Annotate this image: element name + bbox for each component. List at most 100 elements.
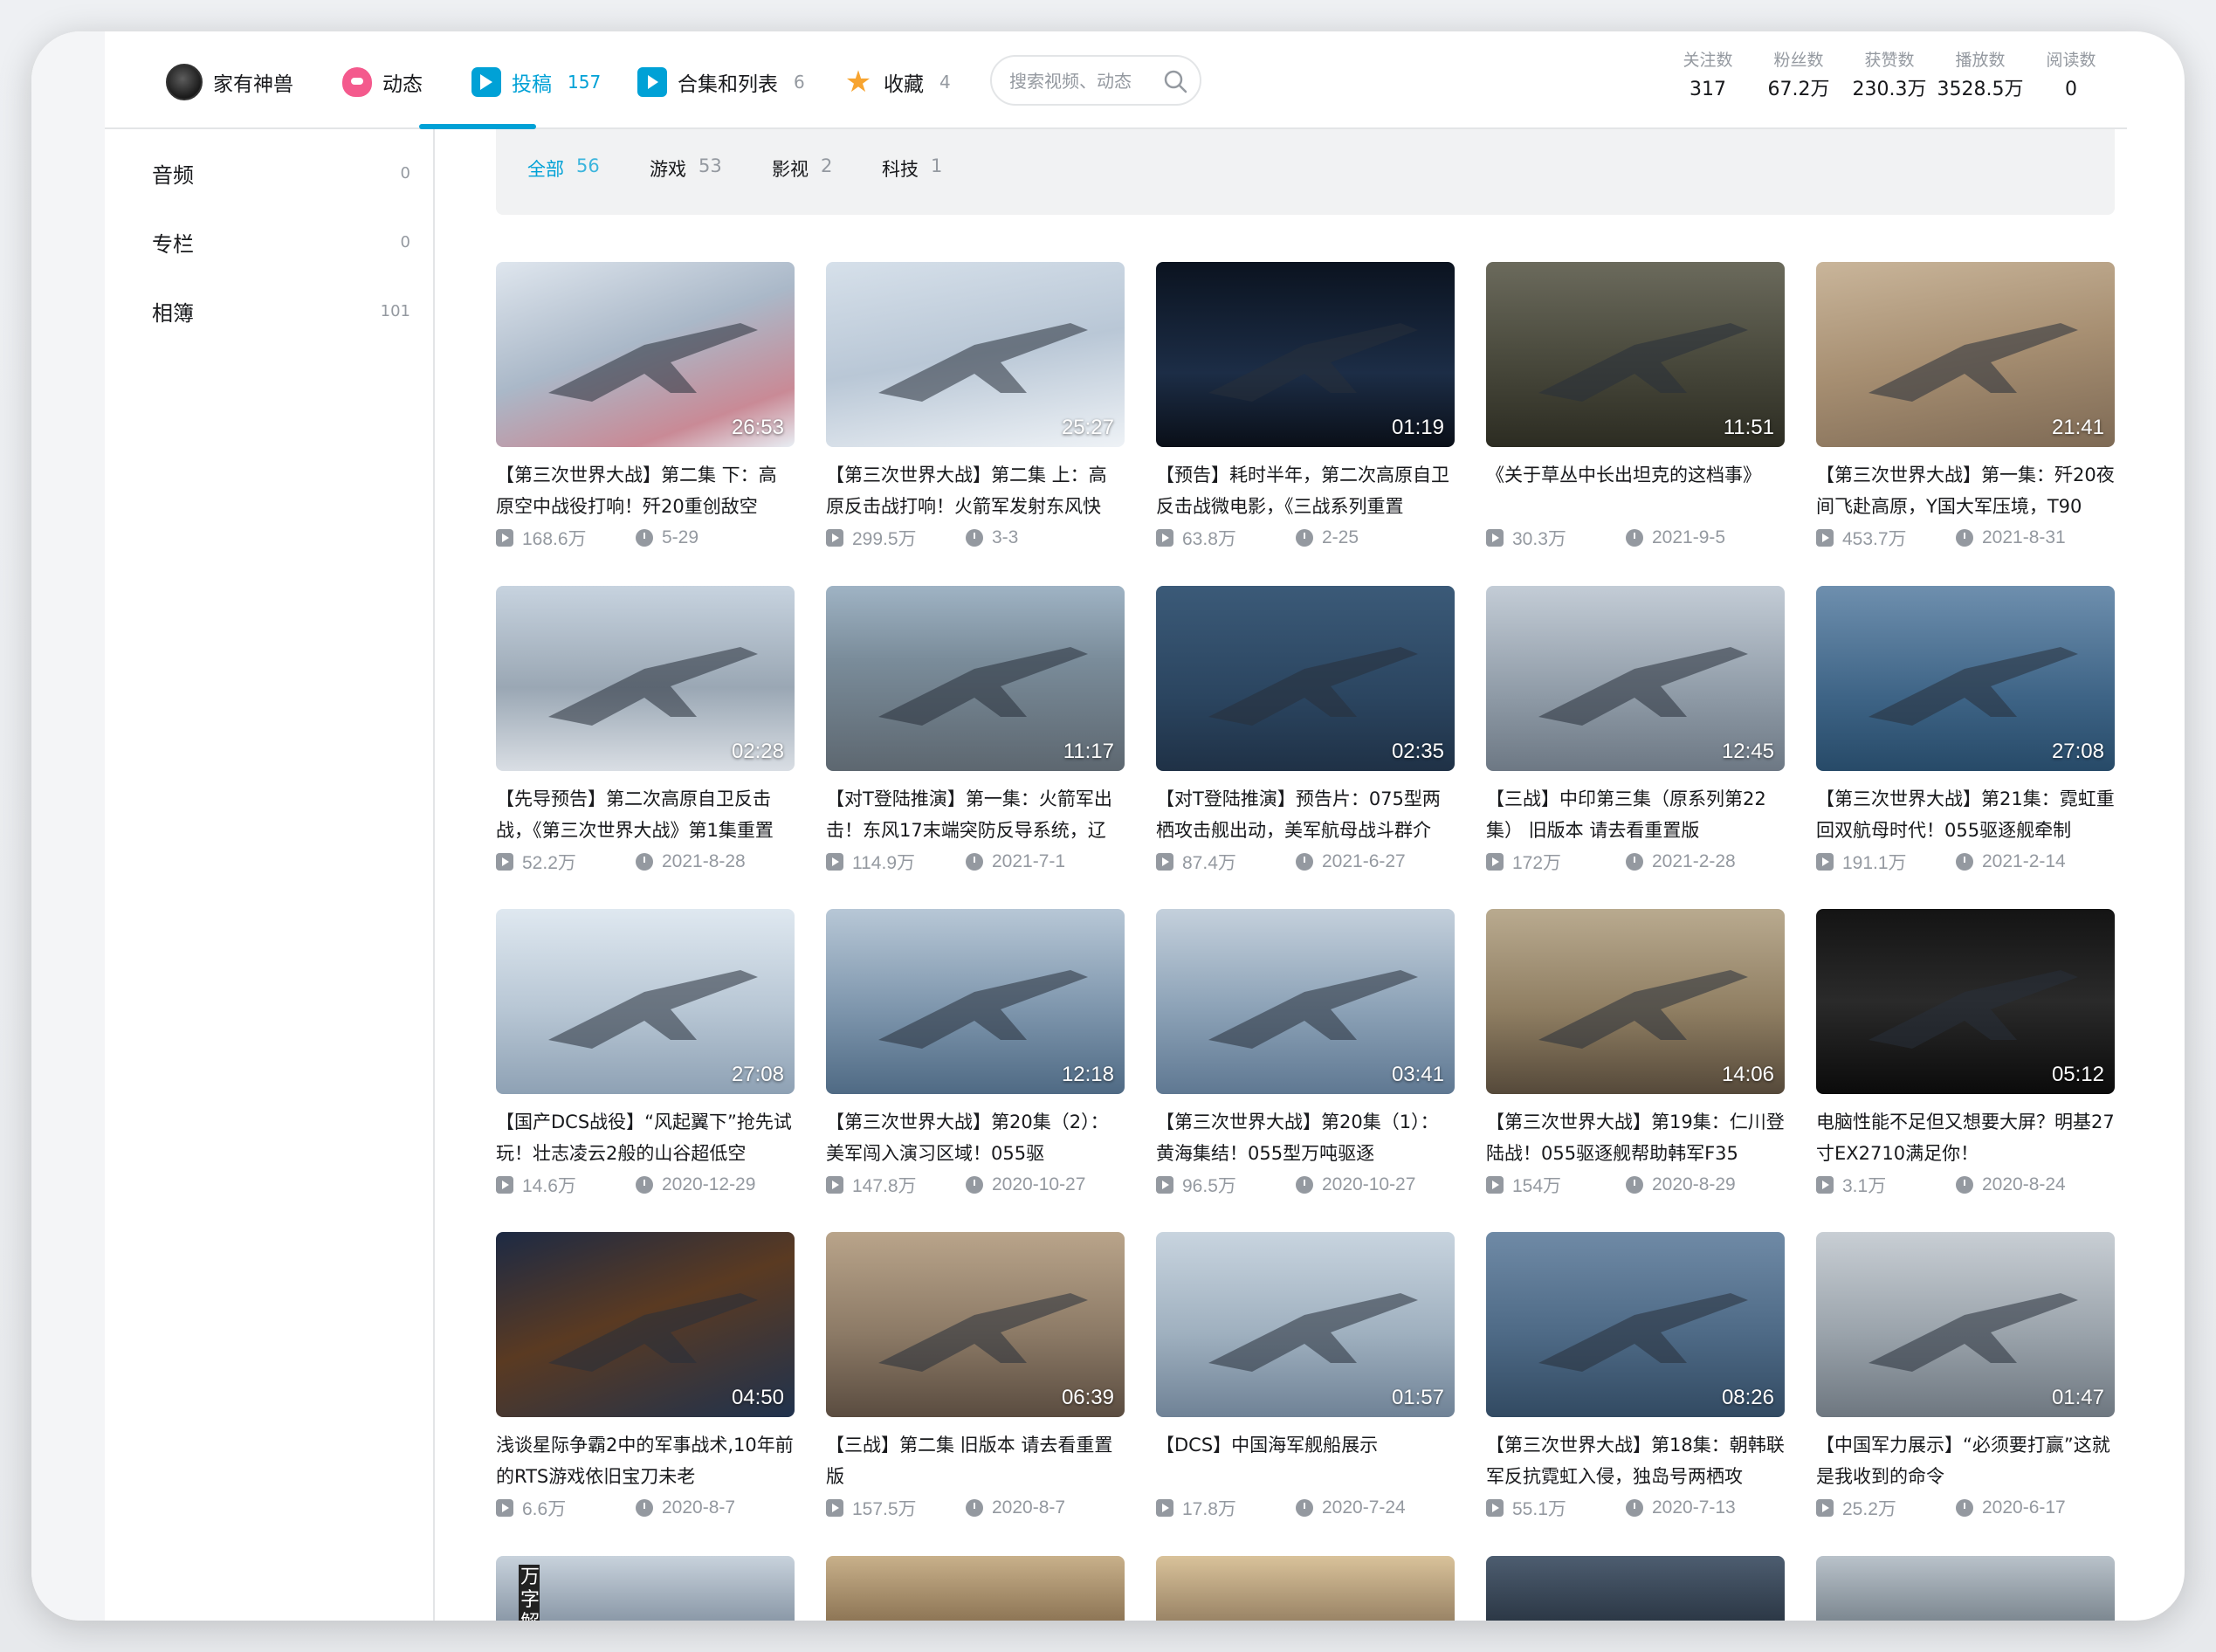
video-title[interactable]: 【三战】中印第三集（原系列第22集） 旧版本 请去看重置版	[1486, 783, 1785, 846]
video-card[interactable]: 25:27 【第三次世界大战】第二集 上：高原反击战打响！火箭军发射东风快 299.…	[826, 262, 1125, 552]
play-count: 299.5万	[852, 529, 917, 549]
video-thumbnail-partial[interactable]: 万字解说	[496, 1556, 795, 1621]
video-card[interactable]: 08:26 【第三次世界大战】第18集：朝韩联军反抗霓虹入侵，独岛号两栖攻 55.1…	[1486, 1232, 1785, 1522]
video-card[interactable]: 21:41 【第三次世界大战】第一集：歼20夜间飞赴高原，Y国大军压境，T90 45…	[1816, 262, 2115, 552]
video-thumbnail[interactable]: 01:57	[1156, 1232, 1455, 1417]
video-thumbnail[interactable]: 02:28	[496, 586, 795, 771]
video-thumbnail-partial[interactable]	[1486, 1556, 1785, 1621]
video-title[interactable]: 【第三次世界大战】第20集（1）：黄海集结！055型万吨驱逐	[1156, 1106, 1455, 1169]
video-title[interactable]: 浅谈星际争霸2中的军事战术,10年前的RTS游戏依旧宝刀未老	[496, 1429, 795, 1492]
video-title[interactable]: 【第三次世界大战】第二集 上：高原反击战打响！火箭军发射东风快	[826, 459, 1125, 522]
video-thumbnail-partial[interactable]	[1816, 1556, 2115, 1621]
search-icon[interactable]	[1163, 69, 1187, 93]
play-count: 147.8万	[852, 1176, 917, 1196]
video-card[interactable]: 26:53 【第三次世界大战】第二集 下：高原空中战役打响！歼20重创敌空 168.…	[496, 262, 795, 552]
video-title[interactable]: 【第三次世界大战】第18集：朝韩联军反抗霓虹入侵，独岛号两栖攻	[1486, 1429, 1785, 1492]
video-title[interactable]: 【国产DCS战役】“风起翼下”抢先试玩！壮志凌云2般的山谷超低空	[496, 1106, 795, 1169]
filter-all[interactable]: 全部 56	[527, 155, 600, 182]
video-title[interactable]: 【对T登陆推演】预告片：075型两栖攻击舰出动，美军航母战斗群介	[1156, 783, 1455, 846]
play-count: 168.6万	[522, 529, 587, 549]
filter-tech[interactable]: 科技 1	[882, 155, 942, 182]
filter-games[interactable]: 游戏 53	[650, 155, 722, 182]
filter-label: 全部	[527, 159, 564, 180]
nav-user[interactable]: 家有神兽	[166, 56, 293, 108]
video-title[interactable]: 《关于草丛中长出坦克的这档事》	[1486, 459, 1785, 522]
video-thumbnail[interactable]: 05:12	[1816, 909, 2115, 1094]
video-card[interactable]: 05:12 电脑性能不足但又想要大屏？明基27寸EX2710满足你！ 3.1万 202…	[1816, 909, 2115, 1199]
video-duration: 01:19	[1391, 416, 1444, 439]
avatar[interactable]	[166, 64, 203, 100]
video-card[interactable]: 01:57 【DCS】中国海军舰船展示 17.8万 2020-7-24	[1156, 1232, 1455, 1522]
tab-dynamic[interactable]: 动态	[342, 56, 423, 108]
sidebar-item-album[interactable]: 相簿 101	[152, 285, 410, 337]
upload-date: 2020-6-17	[1982, 1497, 2066, 1518]
video-card[interactable]: 06:39 【三战】第二集 旧版本 请去看重置版 157.5万 2020-8-7	[826, 1232, 1125, 1522]
video-card[interactable]: 11:51 《关于草丛中长出坦克的这档事》 30.3万 2021-9-5	[1486, 262, 1785, 552]
video-title[interactable]: 电脑性能不足但又想要大屏？明基27寸EX2710满足你！	[1816, 1106, 2115, 1169]
video-card[interactable]: 04:50 浅谈星际争霸2中的军事战术,10年前的RTS游戏依旧宝刀未老 6.6万 2…	[496, 1232, 795, 1522]
video-thumbnail[interactable]: 27:08	[1816, 586, 2115, 771]
video-thumbnail[interactable]: 11:51	[1486, 262, 1785, 447]
video-title[interactable]: 【三战】第二集 旧版本 请去看重置版	[826, 1429, 1125, 1492]
filter-film[interactable]: 影视 2	[772, 155, 832, 182]
video-thumbnail[interactable]: 14:06	[1486, 909, 1785, 1094]
tab-uploads[interactable]: 投稿 157	[471, 56, 601, 108]
clock-icon	[1956, 1176, 1973, 1194]
video-card[interactable]: 01:47 【中国军力展示】“必须要打赢”这就是我收到的命令 25.2万 2020-6…	[1816, 1232, 2115, 1522]
video-thumbnail[interactable]: 12:18	[826, 909, 1125, 1094]
video-card[interactable]: 01:19 【预告】耗时半年，第二次高原自卫反击战微电影，《三战系列重置 63.8万…	[1156, 262, 1455, 552]
video-card[interactable]: 27:08 【国产DCS战役】“风起翼下”抢先试玩！壮志凌云2般的山谷超低空 14.…	[496, 909, 795, 1199]
filter-label: 影视	[772, 159, 809, 180]
video-thumbnail[interactable]: 11:17	[826, 586, 1125, 771]
category-filter-bar: 全部 56 游戏 53 影视 2 科技 1	[496, 129, 2115, 215]
sidebar-item-count: 101	[380, 301, 410, 320]
video-card[interactable]: 12:18 【第三次世界大战】第20集（2）：美军闯入演习区域！055驱 147.8…	[826, 909, 1125, 1199]
upload-date: 2021-8-31	[1982, 527, 2066, 547]
sidebar-item-audio[interactable]: 音频 0	[152, 147, 410, 199]
video-thumbnail[interactable]: 27:08	[496, 909, 795, 1094]
video-title[interactable]: 【先导预告】第二次高原自卫反击战，《第三次世界大战》第1集重置	[496, 783, 795, 846]
sidebar-item-column[interactable]: 专栏 0	[152, 216, 410, 268]
video-title[interactable]: 【第三次世界大战】第21集：霓虹重回双航母时代！055驱逐舰牵制	[1816, 783, 2115, 846]
video-title[interactable]: 【第三次世界大战】第19集：仁川登陆战！055驱逐舰帮助韩军F35	[1486, 1106, 1785, 1169]
video-card[interactable]: 02:35 【对T登陆推演】预告片：075型两栖攻击舰出动，美军航母战斗群介 87.…	[1156, 586, 1455, 876]
video-meta: 172万 2021-2-28	[1486, 848, 1785, 876]
video-title[interactable]: 【第三次世界大战】第二集 下：高原空中战役打响！歼20重创敌空	[496, 459, 795, 522]
video-title[interactable]: 【第三次世界大战】第一集：歼20夜间飞赴高原，Y国大军压境，T90	[1816, 459, 2115, 522]
video-thumbnail[interactable]: 02:35	[1156, 586, 1455, 771]
video-thumbnail[interactable]: 25:27	[826, 262, 1125, 447]
video-card[interactable]: 03:41 【第三次世界大战】第20集（1）：黄海集结！055型万吨驱逐 96.5万…	[1156, 909, 1455, 1199]
video-card[interactable]: 27:08 【第三次世界大战】第21集：霓虹重回双航母时代！055驱逐舰牵制 191…	[1816, 586, 2115, 876]
video-duration: 01:47	[2051, 1386, 2104, 1409]
video-title[interactable]: 【预告】耗时半年，第二次高原自卫反击战微电影，《三战系列重置	[1156, 459, 1455, 522]
stat-value: 230.3万	[1852, 79, 1927, 100]
video-meta: 17.8万 2020-7-24	[1156, 1494, 1455, 1522]
video-card[interactable]: 12:45 【三战】中印第三集（原系列第22集） 旧版本 请去看重置版 172万 20…	[1486, 586, 1785, 876]
video-thumbnail[interactable]: 03:41	[1156, 909, 1455, 1094]
video-title[interactable]: 【DCS】中国海军舰船展示	[1156, 1429, 1455, 1492]
video-thumbnail[interactable]: 26:53	[496, 262, 795, 447]
stat-reads: 阅读数 0	[2026, 45, 2116, 105]
video-thumbnail[interactable]: 06:39	[826, 1232, 1125, 1417]
video-card[interactable]: 11:17 【对T登陆推演】第一集：火箭军出击！东风17末端突防反导系统，辽 114…	[826, 586, 1125, 876]
video-thumbnail[interactable]: 08:26	[1486, 1232, 1785, 1417]
video-meta: 154万 2020-8-29	[1486, 1171, 1785, 1199]
video-thumbnail[interactable]: 21:41	[1816, 262, 2115, 447]
tab-favorites[interactable]: ★ 收藏 4	[843, 56, 951, 108]
video-thumbnail[interactable]: 01:47	[1816, 1232, 2115, 1417]
video-title[interactable]: 【对T登陆推演】第一集：火箭军出击！东风17末端突防反导系统，辽	[826, 783, 1125, 846]
video-card[interactable]: 02:28 【先导预告】第二次高原自卫反击战，《第三次世界大战》第1集重置 52.2…	[496, 586, 795, 876]
stat-following[interactable]: 关注数 317	[1662, 45, 1753, 105]
tab-collections[interactable]: 合集和列表 6	[637, 56, 805, 108]
video-thumbnail-partial[interactable]	[826, 1556, 1125, 1621]
video-thumbnail[interactable]: 01:19	[1156, 262, 1455, 447]
search-input[interactable]	[1009, 67, 1158, 95]
video-thumbnail[interactable]: 12:45	[1486, 586, 1785, 771]
stat-followers[interactable]: 粉丝数 67.2万	[1753, 45, 1844, 105]
video-title[interactable]: 【第三次世界大战】第20集（2）：美军闯入演习区域！055驱	[826, 1106, 1125, 1169]
video-thumbnail-partial[interactable]	[1156, 1556, 1455, 1621]
play-count: 154万	[1512, 1176, 1562, 1196]
video-title[interactable]: 【中国军力展示】“必须要打赢”这就是我收到的命令	[1816, 1429, 2115, 1492]
video-card[interactable]: 14:06 【第三次世界大战】第19集：仁川登陆战！055驱逐舰帮助韩军F35 15…	[1486, 909, 1785, 1199]
video-thumbnail[interactable]: 04:50	[496, 1232, 795, 1417]
